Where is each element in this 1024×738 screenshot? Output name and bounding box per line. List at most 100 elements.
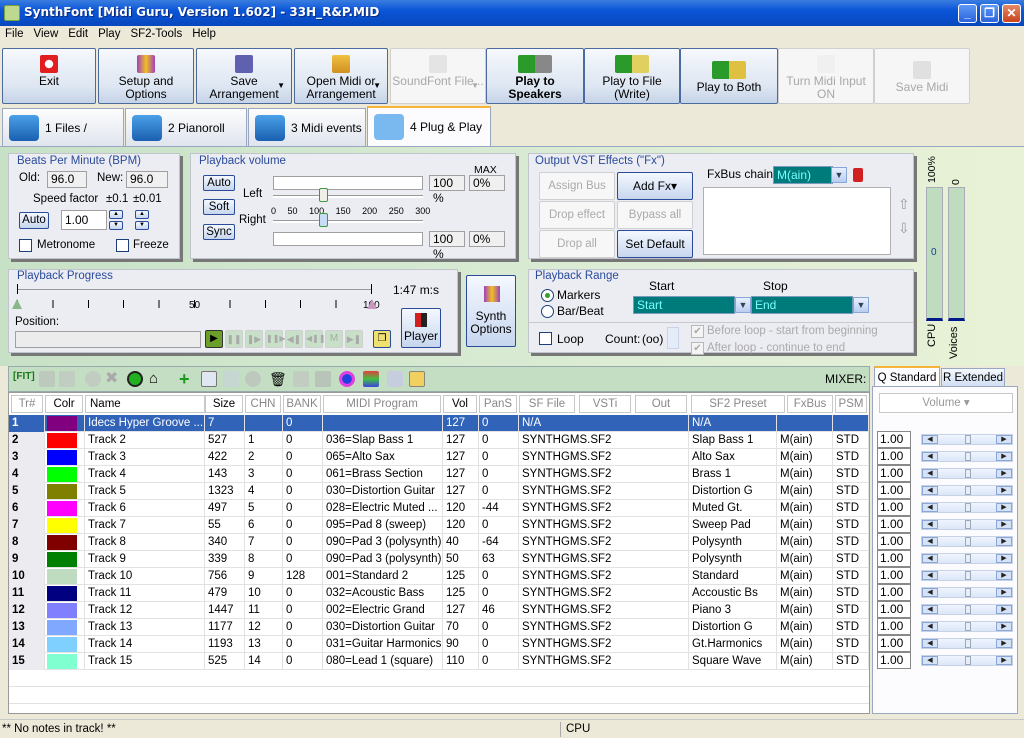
rewind-button[interactable]: ◀❚❚ — [305, 330, 326, 348]
solo-icon[interactable] — [39, 371, 55, 387]
piano-icon[interactable] — [387, 371, 403, 387]
volume-sync-button[interactable]: Sync — [203, 224, 235, 240]
progress-track[interactable] — [17, 289, 371, 290]
save-midi-button[interactable]: Save Midi — [874, 48, 970, 104]
slider-thumb[interactable] — [965, 605, 971, 614]
synth-options-button[interactable]: Synth Options — [466, 275, 516, 347]
speed-up-01-button[interactable]: ▲ — [109, 210, 123, 219]
slider-thumb[interactable] — [965, 537, 971, 546]
track-color[interactable] — [45, 432, 85, 449]
mixer-volume-slider[interactable]: ◀ ▶ — [921, 655, 1013, 666]
mixer-volume-slider[interactable]: ◀ ▶ — [921, 604, 1013, 615]
bypass-all-button[interactable]: Bypass all — [617, 201, 693, 229]
fast-forward-button[interactable]: ❚❚▶ — [265, 330, 286, 348]
arrow-left-icon[interactable]: ◀ — [922, 486, 938, 495]
color-swatch[interactable] — [47, 518, 77, 533]
arrow-right-icon[interactable]: ▶ — [996, 537, 1012, 546]
table-row[interactable]: 6 Track 6 497 5 0 028=Electric Muted ... 120 -4… — [9, 500, 869, 517]
waveform-icon[interactable] — [201, 371, 217, 387]
mixer-volume-value[interactable]: 1.00 — [877, 499, 911, 516]
mixer-volume-slider[interactable]: ◀ ▶ — [921, 519, 1013, 530]
speed-down-01-button[interactable]: ▼ — [109, 221, 123, 230]
metronome-checkbox[interactable] — [19, 239, 32, 252]
menu-help[interactable]: Help — [187, 26, 221, 42]
slider-thumb[interactable] — [965, 435, 971, 444]
menu-play[interactable]: Play — [93, 26, 125, 42]
arrow-left-icon[interactable]: ◀ — [922, 452, 938, 461]
freeze-checkbox[interactable] — [116, 239, 129, 252]
track-color[interactable] — [45, 602, 85, 619]
loop-checkbox[interactable] — [539, 332, 552, 345]
track-number[interactable]: 15 — [9, 653, 45, 670]
column-header-pans[interactable]: PanS — [479, 395, 517, 413]
arrow-right-icon[interactable]: ▶ — [996, 622, 1012, 631]
table-row[interactable]: 14 Track 14 1193 13 0 031=Guitar Harmonics 90 0… — [9, 636, 869, 653]
turn-midi-input-button[interactable]: Turn Midi Input ON — [778, 48, 874, 104]
mixer-volume-value[interactable]: 1.00 — [877, 482, 911, 499]
color-swatch[interactable] — [47, 416, 77, 431]
color-swatch[interactable] — [47, 620, 77, 635]
menu-edit[interactable]: Edit — [63, 26, 93, 42]
column-header-midi-program[interactable]: MIDI Program — [323, 395, 441, 413]
windows-icon[interactable]: ❐ — [373, 330, 391, 348]
mute-icon[interactable] — [59, 371, 75, 387]
track-color[interactable] — [45, 568, 85, 585]
arrow-right-icon[interactable]: ▶ — [996, 656, 1012, 665]
exit-button[interactable]: Exit — [2, 48, 96, 104]
mixer-volume-value[interactable]: 1.00 — [877, 618, 911, 635]
slider-thumb[interactable] — [965, 554, 971, 563]
chevron-down-icon[interactable]: ▼ — [831, 167, 847, 183]
zoom-search-icon[interactable] — [409, 371, 425, 387]
mixer-volume-slider[interactable]: ◀ ▶ — [921, 434, 1013, 445]
column-header-psm[interactable]: PSM — [835, 395, 867, 413]
layers-icon[interactable] — [315, 371, 331, 387]
track-number[interactable]: 12 — [9, 602, 45, 619]
slider-thumb[interactable] — [965, 588, 971, 597]
mixer-volume-slider[interactable]: ◀ ▶ — [921, 485, 1013, 496]
mixer-volume-dropdown[interactable]: Volume ▾ — [879, 393, 1013, 413]
right-volume-slider[interactable] — [273, 220, 423, 223]
arrow-left-icon[interactable]: ◀ — [922, 503, 938, 512]
column-header-bank[interactable]: BANK — [283, 395, 321, 413]
pause-button[interactable]: ❚❚ — [225, 330, 243, 348]
delete-x-icon[interactable]: ✖ — [105, 371, 121, 387]
play-to-speakers-button[interactable]: Play to Speakers — [486, 48, 584, 104]
column-header-tr-[interactable]: Tr# — [11, 395, 43, 413]
track-number[interactable]: 13 — [9, 619, 45, 636]
column-header-chn[interactable]: CHN — [245, 395, 281, 413]
menu-view[interactable]: View — [29, 26, 64, 42]
track-color[interactable] — [45, 653, 85, 670]
table-row[interactable]: 2 Track 2 527 1 0 036=Slap Bass 1 127 0 SYNTHGMS… — [9, 432, 869, 449]
color-swatch[interactable] — [47, 535, 77, 550]
track-number[interactable]: 3 — [9, 449, 45, 466]
arrow-left-icon[interactable]: ◀ — [922, 588, 938, 597]
range-stop-select[interactable]: End — [751, 296, 853, 314]
column-header-name[interactable]: Name — [85, 395, 205, 413]
track-color[interactable] — [45, 619, 85, 636]
color-swatch[interactable] — [47, 433, 77, 448]
column-header-sf-file[interactable]: SF File — [519, 395, 575, 413]
arrow-left-icon[interactable]: ◀ — [922, 435, 938, 444]
copy-icon[interactable] — [293, 371, 309, 387]
chevron-down-icon[interactable]: ▼ — [735, 297, 751, 313]
play-to-file-button[interactable]: Play to File (Write) — [584, 48, 680, 104]
setup-options-button[interactable]: Setup and Options — [98, 48, 194, 104]
mixer-volume-slider[interactable]: ◀ ▶ — [921, 621, 1013, 632]
track-color[interactable] — [45, 449, 85, 466]
arrow-right-icon[interactable]: ▶ — [996, 469, 1012, 478]
fx-chain-list[interactable] — [703, 187, 891, 255]
arrow-left-icon[interactable]: ◀ — [922, 554, 938, 563]
atom-icon[interactable] — [339, 371, 355, 387]
assign-bus-button[interactable]: Assign Bus — [539, 172, 615, 200]
column-header-out[interactable]: Out — [635, 395, 687, 413]
fxbus-chain-select[interactable]: M(ain) — [773, 166, 833, 184]
track-number[interactable]: 5 — [9, 483, 45, 500]
arrow-left-icon[interactable]: ◀ — [922, 656, 938, 665]
left-volume-thumb[interactable] — [319, 188, 328, 202]
volume-auto-button[interactable]: Auto — [203, 175, 235, 191]
slider-thumb[interactable] — [965, 656, 971, 665]
arrow-left-icon[interactable]: ◀ — [922, 639, 938, 648]
chevron-down-icon[interactable]: ▼ — [853, 297, 869, 313]
mixer-volume-slider[interactable]: ◀ ▶ — [921, 536, 1013, 547]
track-color[interactable] — [45, 585, 85, 602]
